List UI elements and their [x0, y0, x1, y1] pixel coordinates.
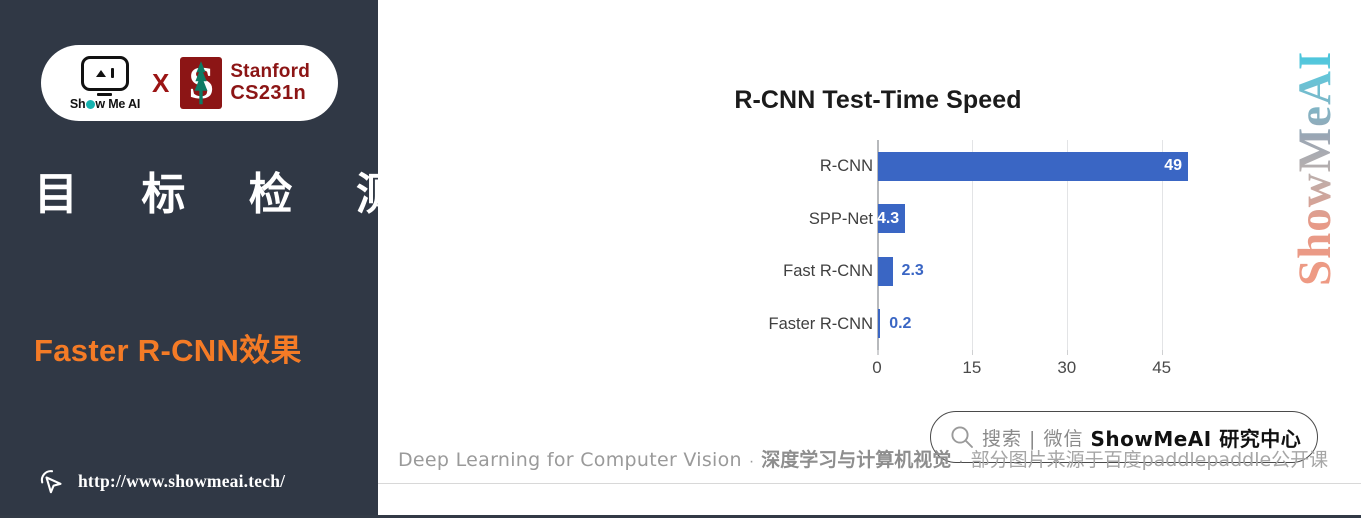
- content-panel: ShowMeAI R-CNN Test-Time Speed 0 15 30 45 49…: [378, 0, 1361, 518]
- stanford-logo: S Stanford CS231n: [180, 57, 310, 109]
- chart-x-tick-label: 15: [962, 358, 982, 377]
- chart-plot-area: 0 15 30 45 49 R-CNN 4.3 SPP-Net 2.3 Fast R-CNN 0.2…: [568, 140, 1188, 377]
- footer-chinese-bold: 深度学习与计算机视觉: [761, 449, 952, 471]
- chart-bar-value: 0.2: [889, 314, 912, 332]
- showmeai-wordmark: Sh w Me AI: [70, 97, 140, 111]
- page-title: 目 标 检 测: [34, 169, 424, 220]
- stanford-s-block-icon: S: [180, 57, 223, 109]
- chart-title: R-CNN Test-Time Speed: [734, 86, 1022, 114]
- collab-cross-label: X: [151, 67, 170, 98]
- chart-category-label: Fast R-CNN: [783, 262, 873, 281]
- robot-head-icon: [80, 55, 129, 91]
- showmeai-logo: Sh w Me AI: [69, 55, 141, 111]
- chart-category-label: R-CNN: [819, 157, 873, 176]
- footer-chinese-light: 部分图片来源于百度paddlepaddle公开课: [970, 449, 1329, 471]
- stanford-tree-icon: [194, 61, 208, 105]
- stanford-course-label: Stanford CS231n: [230, 61, 310, 105]
- chart-x-tick-mark: [1066, 350, 1069, 355]
- robot-eye-bar-icon: [110, 68, 115, 78]
- chart-x-tick-label: 0: [872, 358, 882, 377]
- footer-english: Deep Learning for Computer Vision: [398, 449, 742, 471]
- chart-x-tick-mark: [1161, 350, 1164, 355]
- chart-x-tick-label: 30: [1057, 358, 1077, 377]
- footer-divider: [378, 482, 1361, 484]
- chart-bar: 49: [878, 151, 1188, 181]
- wordmark-dot-icon: [85, 100, 95, 109]
- chart-bar: [878, 256, 893, 286]
- chart-bar-value: 2.3: [901, 262, 924, 280]
- site-url-row[interactable]: http://www.showmeai.tech/: [36, 466, 285, 496]
- footer-caption: Deep Learning for Computer Vision · 深度学习…: [398, 445, 1348, 472]
- chart-bar: 4.3: [876, 204, 906, 234]
- footer-separator-1: ·: [748, 453, 755, 470]
- section-subtitle: Faster R-CNN效果: [34, 333, 302, 368]
- slide-canvas: Sh w Me AI X S Stanford CS231n: [0, 0, 1361, 518]
- chart-bar-value: 4.3: [876, 209, 900, 227]
- stanford-course-code: CS231n: [230, 82, 307, 105]
- footer-separator-2: ·: [958, 453, 964, 470]
- stanford-name: Stanford: [230, 61, 311, 83]
- chart-category-label: Faster R-CNN: [768, 314, 873, 333]
- chart-x-tick-label: 45: [1152, 358, 1172, 377]
- wordmark-pre: Sh: [69, 96, 86, 111]
- click-cursor-icon: [40, 470, 62, 494]
- chart-bar: [878, 309, 881, 339]
- showmeai-watermark: ShowMeAI: [1289, 28, 1341, 286]
- sidebar-panel: Sh w Me AI X S Stanford CS231n: [0, 0, 424, 518]
- brand-logo-pill: Sh w Me AI X S Stanford CS231n: [41, 45, 338, 121]
- chart-bar-value: 49: [1164, 157, 1182, 175]
- chart-x-tick-mark: [877, 350, 879, 355]
- chart-container: R-CNN Test-Time Speed 0 15 30 45 49 R-CNN 4.3 S…: [568, 86, 1188, 396]
- site-url-text: http://www.showmeai.tech/: [78, 470, 286, 491]
- chart-x-tick-mark: [971, 350, 974, 355]
- robot-mouth-icon: [97, 92, 113, 96]
- wordmark-post: w Me AI: [95, 96, 141, 111]
- robot-eye-caret-icon: [95, 69, 106, 77]
- chart-category-label: SPP-Net: [808, 209, 873, 228]
